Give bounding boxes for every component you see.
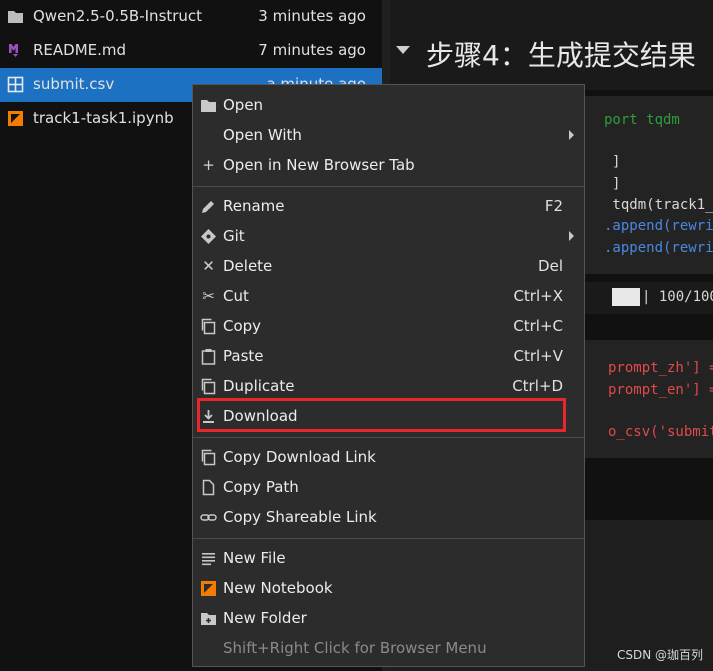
context-menu: Open Open With + Open in New Browser Tab… — [192, 84, 585, 667]
file-name: submit.csv — [33, 75, 115, 93]
close-icon: ✕ — [202, 257, 215, 275]
menu-item-copy-path[interactable]: Copy Path — [193, 473, 584, 503]
code-line: port tqdm — [604, 112, 680, 128]
pencil-icon — [200, 198, 217, 215]
menu-separator — [193, 538, 584, 539]
code-line: tqdm(track1_t — [604, 197, 713, 213]
menu-item-paste[interactable]: Paste Ctrl+V — [193, 342, 584, 372]
plus-icon: + — [202, 156, 215, 174]
csv-table-icon — [7, 76, 24, 93]
menu-item-delete[interactable]: ✕ Delete Del — [193, 252, 584, 282]
menu-item-rename[interactable]: Rename F2 — [193, 192, 584, 222]
new-folder-icon — [200, 610, 217, 627]
menu-item-copy[interactable]: Copy Ctrl+C — [193, 312, 584, 342]
text-file-icon — [200, 550, 217, 567]
menu-item-new-file[interactable]: New File — [193, 544, 584, 574]
code-line: prompt_en'] = — [608, 382, 713, 398]
link-icon — [200, 509, 217, 526]
progress-text: | 100/100 [0 — [642, 289, 713, 305]
duplicate-icon — [200, 378, 217, 395]
copy-icon — [200, 318, 217, 335]
file-name: Qwen2.5-0.5B-Instruct — [33, 7, 203, 25]
copy-icon — [200, 449, 217, 466]
file-modified-time: 3 minutes ago — [258, 7, 366, 25]
menu-separator — [193, 437, 584, 438]
menu-item-git[interactable]: Git — [193, 222, 584, 252]
clipboard-icon — [200, 348, 217, 365]
menu-item-cut[interactable]: ✂ Cut Ctrl+X — [193, 282, 584, 312]
file-row-qwen[interactable]: Qwen2.5-0.5B-Instruct 3 minutes ago — [0, 0, 382, 34]
menu-item-new-folder[interactable]: New Folder — [193, 604, 584, 634]
markdown-cell[interactable]: 步骤4：生成提交结果 — [390, 0, 713, 90]
menu-item-copy-shareable-link[interactable]: Copy Shareable Link — [193, 503, 584, 533]
menu-item-browser-menu-hint: Shift+Right Click for Browser Menu — [223, 639, 487, 657]
file-modified-time: 7 minutes ago — [258, 41, 366, 59]
notebook-icon — [200, 580, 217, 597]
watermark: CSDN @珈百列 — [616, 648, 703, 662]
file-name: README.md — [33, 41, 127, 59]
download-highlight-box — [197, 398, 566, 432]
folder-icon — [200, 97, 217, 114]
code-line: o_csv('submit. — [608, 424, 713, 440]
menu-item-open[interactable]: Open — [193, 91, 584, 121]
collapse-caret-icon[interactable] — [396, 46, 410, 54]
git-icon — [200, 228, 217, 245]
scissors-icon: ✂ — [202, 287, 215, 305]
menu-item-open-with[interactable]: Open With — [193, 121, 584, 151]
file-row-readme[interactable]: README.md 7 minutes ago — [0, 34, 382, 68]
code-line: ] — [612, 154, 621, 170]
progress-bar-fill — [612, 288, 640, 306]
file-name: track1-task1.ipynb — [33, 109, 174, 127]
code-line: .append(rewrit — [604, 240, 713, 256]
notebook-heading: 步骤4：生成提交结果 — [426, 39, 696, 72]
submenu-arrow-icon — [569, 130, 574, 140]
menu-separator — [193, 186, 584, 187]
menu-item-copy-download-link[interactable]: Copy Download Link — [193, 443, 584, 473]
submenu-arrow-icon — [569, 231, 574, 241]
code-line: ] — [612, 176, 621, 192]
menu-item-new-notebook[interactable]: New Notebook — [193, 574, 584, 604]
code-line: prompt_zh'] = — [608, 360, 713, 376]
menu-item-open-new-tab[interactable]: + Open in New Browser Tab — [193, 151, 584, 181]
markdown-icon — [7, 42, 24, 59]
folder-icon — [7, 8, 24, 25]
code-line: .append(rewrit — [604, 218, 713, 234]
file-icon — [200, 479, 217, 496]
notebook-icon — [7, 110, 24, 127]
